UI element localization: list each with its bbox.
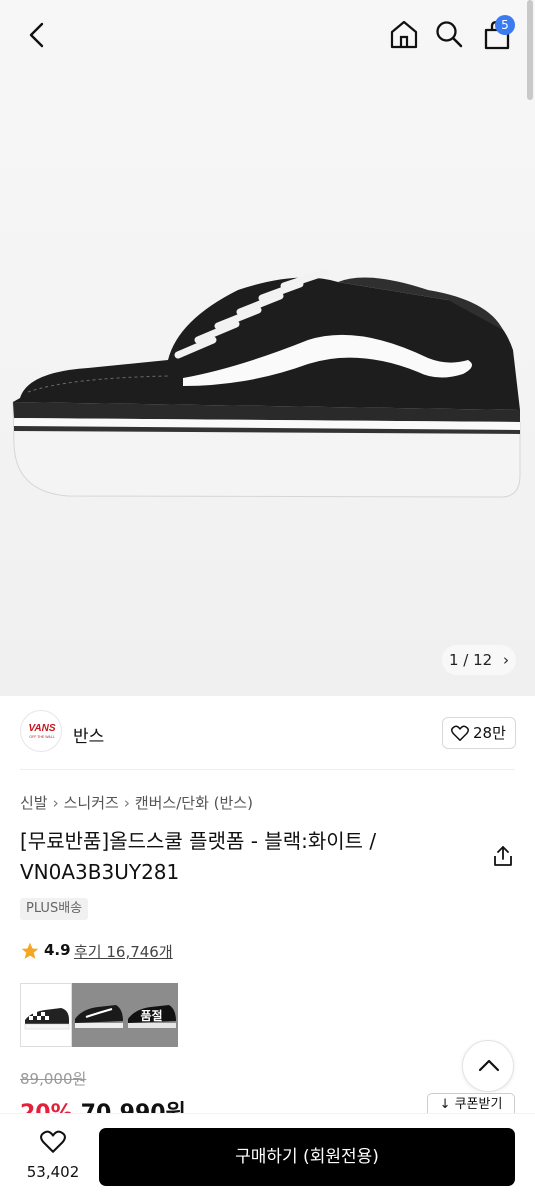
heart-icon xyxy=(40,1130,66,1153)
breadcrumb-item[interactable]: 스니커즈 xyxy=(64,794,119,812)
breadcrumb-item[interactable]: 신발 xyxy=(20,794,48,812)
color-options: 품절 xyxy=(20,983,178,1047)
review-count-link[interactable]: 후기 16,746개 xyxy=(74,941,173,962)
rating-score: 4.9 xyxy=(44,941,71,959)
svg-text:VANS: VANS xyxy=(28,723,55,734)
product-image xyxy=(12,268,521,498)
svg-text:OFF THE WALL: OFF THE WALL xyxy=(29,735,54,739)
coupon-button[interactable]: ↓ 쿠폰받기 xyxy=(427,1093,515,1113)
wishlist-button[interactable]: 53,402 xyxy=(14,1126,92,1186)
chevron-up-icon xyxy=(478,1059,500,1072)
brand-row: VANS OFF THE WALL 반스 28만 xyxy=(0,696,535,770)
brand-logo[interactable]: VANS OFF THE WALL xyxy=(20,710,62,752)
bottom-action-bar: 53,402 구매하기 (회원전용) xyxy=(0,1113,535,1200)
divider xyxy=(20,769,515,770)
soldout-label: 품절 xyxy=(140,1009,163,1023)
chevron-right-icon: › xyxy=(503,651,509,669)
breadcrumb-item[interactable]: 캔버스/단화 (반스) xyxy=(135,794,253,812)
brand-name[interactable]: 반스 xyxy=(73,722,104,747)
discount-rate: 20% xyxy=(20,1101,73,1113)
color-option-checkerboard[interactable] xyxy=(20,983,72,1047)
star-icon xyxy=(21,942,39,959)
product-image-gallery[interactable]: 1 / 12 › xyxy=(0,0,535,696)
chevron-right-icon: › xyxy=(123,794,130,812)
sale-price-row: 20% 70,990원 xyxy=(20,1095,186,1113)
buy-button[interactable]: 구매하기 (회원전용) xyxy=(99,1128,515,1186)
brand-like-button[interactable]: 28만 xyxy=(442,717,516,749)
color-option-black-white[interactable] xyxy=(72,983,125,1047)
cart-count-badge: 5 xyxy=(495,15,515,35)
image-counter-text: 1 / 12 xyxy=(448,651,493,669)
wishlist-count: 53,402 xyxy=(26,1163,80,1181)
plus-delivery-badge: PLUS배송 xyxy=(20,898,89,920)
home-icon[interactable] xyxy=(388,18,420,50)
scroll-to-top-button[interactable] xyxy=(462,1040,514,1092)
swatch-image xyxy=(24,1008,70,1030)
top-navigation-bar: 5 xyxy=(0,0,535,70)
heart-icon xyxy=(451,725,469,741)
product-title: [무료반품]올드스쿨 플랫폼 - 블랙:화이트 / VN0A3B3UY281 xyxy=(20,829,377,884)
search-icon[interactable] xyxy=(434,19,464,49)
swatch-image xyxy=(75,1005,123,1028)
share-icon[interactable] xyxy=(492,844,514,868)
sale-price: 70,990원 xyxy=(81,1101,186,1113)
breadcrumb: 신발 › 스니커즈 › 캔버스/단화 (반스) xyxy=(20,792,253,813)
brand-like-count: 28만 xyxy=(473,724,506,742)
back-arrow-icon[interactable] xyxy=(22,20,52,50)
chevron-right-icon: › xyxy=(52,794,59,812)
scrollbar[interactable] xyxy=(527,0,533,100)
vans-logo-icon: VANS OFF THE WALL xyxy=(28,723,55,739)
color-option-black-soldout[interactable]: 품절 xyxy=(125,983,178,1047)
original-price: 89,000원 xyxy=(20,1070,87,1088)
image-counter[interactable]: 1 / 12 › xyxy=(442,645,516,675)
